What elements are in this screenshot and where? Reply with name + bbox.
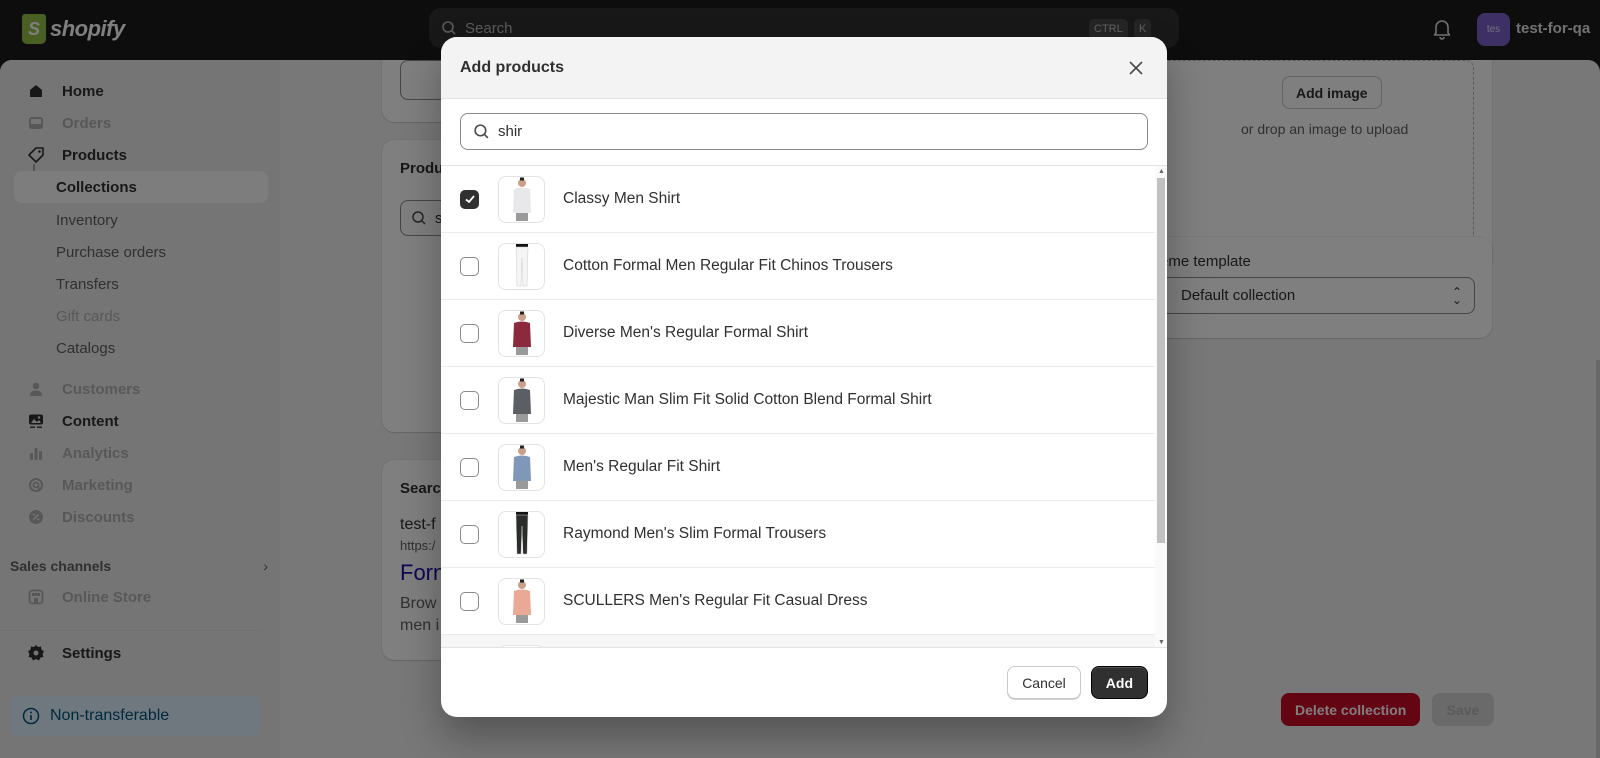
product-checkbox[interactable] (460, 323, 479, 343)
checkmark-icon (464, 195, 475, 204)
scroll-down-arrow-icon[interactable]: ▼ (1158, 639, 1165, 646)
product-row-partial[interactable] (441, 635, 1155, 647)
add-products-dialog: Add products Classy Men Shirt Cotton Form… (441, 37, 1167, 717)
dialog-header: Add products (441, 37, 1167, 99)
product-list: Classy Men Shirt Cotton Formal Men Regula… (441, 165, 1167, 647)
cancel-button[interactable]: Cancel (1007, 666, 1081, 699)
product-row[interactable]: Majestic Man Slim Fit Solid Cotton Blend… (441, 367, 1155, 434)
product-checkbox[interactable] (460, 256, 479, 276)
product-name: Classy Men Shirt (563, 190, 681, 207)
product-thumbnail (498, 443, 545, 491)
product-thumbnail (498, 376, 545, 424)
dialog-footer: Cancel Add (441, 647, 1167, 717)
product-checkbox[interactable] (460, 524, 479, 544)
add-button[interactable]: Add (1090, 666, 1148, 699)
product-row[interactable]: SCULLERS Men's Regular Fit Casual Dress (441, 568, 1155, 635)
list-scrollbar[interactable]: ▲ ▼ (1155, 166, 1167, 647)
product-search-input[interactable] (498, 123, 1098, 140)
product-name: Diverse Men's Regular Formal Shirt (563, 324, 809, 341)
list-scrollbar-thumb[interactable] (1157, 178, 1165, 543)
product-row[interactable]: Raymond Men's Slim Formal Trousers (441, 501, 1155, 568)
product-name: Raymond Men's Slim Formal Trousers (563, 525, 827, 542)
search-icon (474, 124, 489, 139)
product-row[interactable]: Diverse Men's Regular Formal Shirt (441, 300, 1155, 367)
product-checkbox[interactable] (460, 591, 479, 611)
close-button[interactable] (1124, 56, 1148, 80)
product-checkbox[interactable] (460, 189, 479, 209)
close-icon (1129, 60, 1143, 75)
product-row[interactable]: Men's Regular Fit Shirt (441, 434, 1155, 501)
product-thumbnail (498, 242, 545, 290)
scroll-up-arrow-icon[interactable]: ▲ (1158, 168, 1165, 175)
product-name: SCULLERS Men's Regular Fit Casual Dress (563, 592, 868, 609)
product-thumbnail (498, 175, 545, 223)
product-thumbnail (498, 577, 545, 625)
product-checkbox[interactable] (460, 390, 479, 410)
dialog-title: Add products (460, 58, 564, 76)
product-name: Majestic Man Slim Fit Solid Cotton Blend… (563, 391, 932, 408)
product-checkbox[interactable] (460, 457, 479, 477)
product-name: Men's Regular Fit Shirt (563, 458, 721, 475)
product-name: Cotton Formal Men Regular Fit Chinos Tro… (563, 257, 893, 274)
product-thumbnail (498, 510, 545, 558)
product-row[interactable]: Cotton Formal Men Regular Fit Chinos Tro… (441, 233, 1155, 300)
product-thumbnail (498, 309, 545, 357)
product-row[interactable]: Classy Men Shirt (441, 166, 1155, 233)
product-search-field[interactable] (460, 113, 1148, 150)
